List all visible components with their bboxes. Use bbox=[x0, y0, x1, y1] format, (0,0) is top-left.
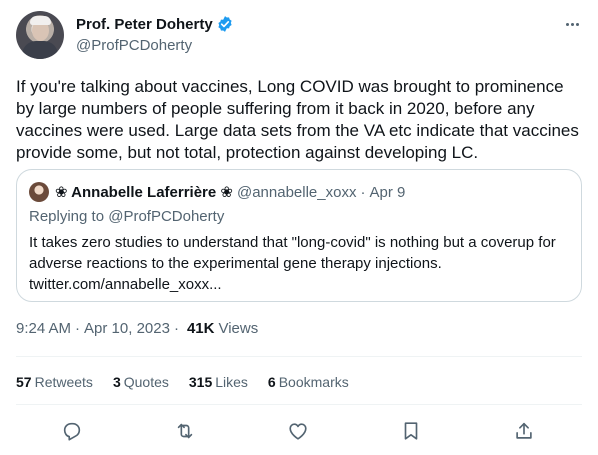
quoted-separator: · bbox=[360, 183, 366, 201]
likes-stat[interactable]: 315 Likes bbox=[189, 374, 248, 390]
meta-separator: · bbox=[75, 320, 81, 337]
retweets-stat[interactable]: 57 Retweets bbox=[16, 374, 93, 390]
quoted-text-body: It takes zero studies to understand that… bbox=[29, 234, 556, 272]
share-icon[interactable] bbox=[513, 420, 537, 444]
quoted-link: twitter.com/annabelle_xoxx... bbox=[29, 276, 222, 293]
views-label: Views bbox=[218, 320, 259, 337]
quotes-stat[interactable]: 3 Quotes bbox=[113, 374, 169, 390]
quoted-author-name: ❀ Annabelle Laferrière ❀ bbox=[55, 184, 233, 201]
action-bar bbox=[16, 410, 582, 454]
like-icon[interactable] bbox=[287, 420, 311, 444]
replying-to-mention: @ProfPCDoherty bbox=[108, 208, 225, 225]
bookmarks-count: 6 bbox=[267, 374, 276, 390]
meta-separator-2: · bbox=[173, 320, 179, 337]
engagement-stats: 57 Retweets 3 Quotes 315 Likes 6 Bookmarks bbox=[16, 374, 369, 390]
quotes-label: Quotes bbox=[123, 374, 169, 390]
divider-2 bbox=[16, 404, 582, 405]
retweets-label: Retweets bbox=[34, 374, 93, 390]
quoted-author-avatar bbox=[29, 182, 49, 202]
quoted-tweet-text: It takes zero studies to understand that… bbox=[29, 232, 569, 295]
author-display-name[interactable]: Prof. Peter Doherty bbox=[76, 16, 213, 33]
author-handle[interactable]: @ProfPCDoherty bbox=[76, 37, 192, 54]
bookmarks-stat[interactable]: 6 Bookmarks bbox=[268, 374, 349, 390]
replying-to-label: Replying to bbox=[29, 208, 105, 225]
quoted-replying-to: Replying to @ProfPCDoherty bbox=[29, 208, 224, 225]
retweets-count: 57 bbox=[16, 374, 32, 390]
author-name-row: Prof. Peter Doherty bbox=[76, 15, 234, 33]
tweet-text: If you're talking about vaccines, Long C… bbox=[16, 77, 579, 162]
reply-icon[interactable] bbox=[61, 420, 85, 444]
quoted-date: Apr 9 bbox=[369, 183, 406, 201]
tweet: Prof. Peter Doherty @ProfPCDoherty If yo… bbox=[0, 0, 598, 455]
author-avatar[interactable] bbox=[16, 11, 64, 59]
quotes-count: 3 bbox=[112, 374, 121, 390]
bookmarks-label: Bookmarks bbox=[278, 374, 349, 390]
quoted-tweet-header: ❀ Annabelle Laferrière ❀ @annabelle_xoxx… bbox=[29, 182, 405, 202]
quoted-tweet[interactable]: ❀ Annabelle Laferrière ❀ @annabelle_xoxx… bbox=[16, 169, 582, 302]
tweet-date[interactable]: Apr 10, 2023 bbox=[84, 320, 170, 337]
likes-count: 315 bbox=[188, 374, 213, 390]
tweet-meta: 9:24 AM · Apr 10, 2023 · 41K Views bbox=[16, 320, 258, 337]
divider bbox=[16, 356, 582, 357]
more-options-icon[interactable] bbox=[562, 14, 582, 34]
bookmark-icon[interactable] bbox=[400, 420, 424, 444]
verified-badge-icon bbox=[218, 16, 232, 32]
tweet-time[interactable]: 9:24 AM bbox=[16, 320, 71, 337]
views-count: 41K bbox=[186, 320, 215, 337]
retweet-icon[interactable] bbox=[174, 420, 198, 444]
quoted-author-handle: @annabelle_xoxx bbox=[236, 183, 357, 201]
likes-label: Likes bbox=[215, 374, 248, 390]
